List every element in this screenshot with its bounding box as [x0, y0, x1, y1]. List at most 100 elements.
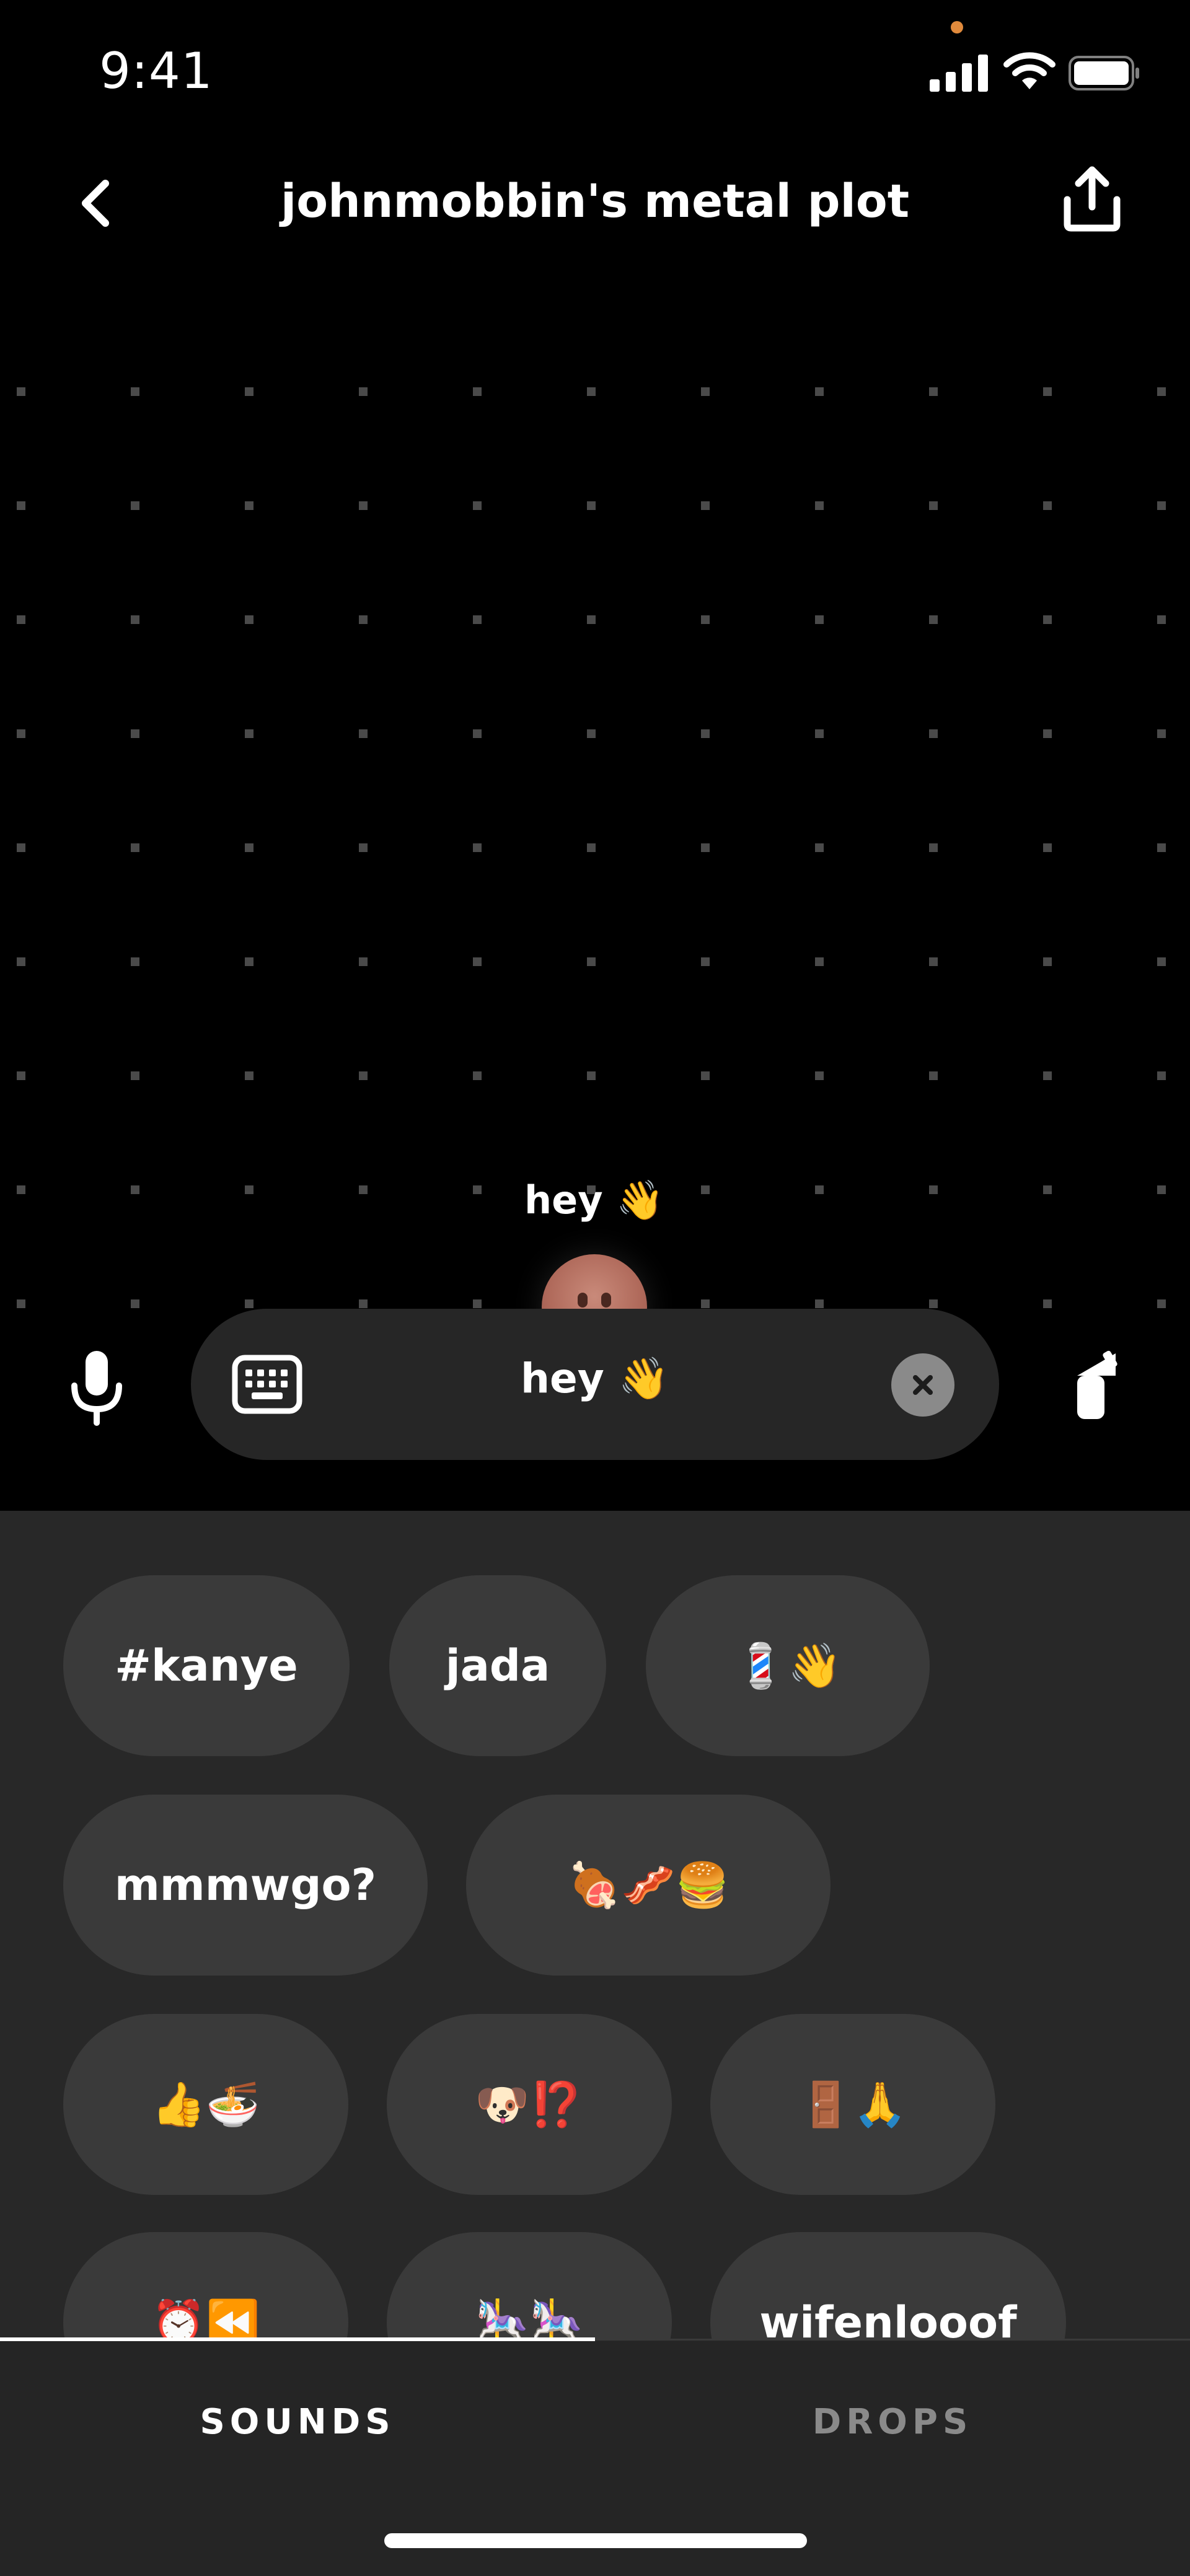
- grid-dot: [815, 1071, 824, 1080]
- grid-dot: [1157, 501, 1166, 510]
- grid-dot: [1043, 615, 1052, 624]
- sound-chip[interactable]: 🎠🎠: [387, 2232, 672, 2339]
- grid-dot: [1043, 1071, 1052, 1080]
- grid-dot: [929, 387, 938, 396]
- signal-icon: [930, 55, 988, 92]
- grid-dot: [245, 501, 253, 510]
- grid-dot: [815, 387, 824, 396]
- tab-bar: SOUNDS DROPS: [0, 2341, 1190, 2576]
- grid-dot: [1157, 1299, 1166, 1308]
- grid-dot: [1043, 501, 1052, 510]
- grid-dot: [359, 957, 368, 966]
- keyboard-icon[interactable]: [232, 1355, 302, 1414]
- grid-dot: [245, 1071, 253, 1080]
- grid-dot: [473, 957, 482, 966]
- sound-chip[interactable]: 🍖🥓🍔: [466, 1795, 831, 1976]
- battery-icon: [1069, 56, 1139, 90]
- grid-dot: [17, 1299, 25, 1308]
- grid-dot: [17, 729, 25, 738]
- grid-dot: [815, 1299, 824, 1308]
- grid-dot: [359, 615, 368, 624]
- sound-chip[interactable]: 👍🍜: [63, 2014, 348, 2195]
- camera-button[interactable]: [1069, 1343, 1130, 1424]
- grid-dot: [359, 387, 368, 396]
- grid-dot: [701, 615, 710, 624]
- grid-dot: [701, 1185, 710, 1194]
- page-title: johnmobbin's metal plot: [280, 175, 910, 228]
- home-indicator: [384, 2533, 807, 2548]
- mic-icon: [71, 1351, 122, 1426]
- grid-dot: [587, 615, 596, 624]
- grid-dot: [245, 957, 253, 966]
- grid-dot: [131, 1071, 139, 1080]
- grid-dot: [473, 1071, 482, 1080]
- grid-dot: [1043, 843, 1052, 852]
- sound-chip-list[interactable]: #kanye jada 💈👋 mmmwgo? 🍖🥓🍔 👍🍜 🐶⁉️ 🚪🙏 ⏰⏪ …: [0, 1511, 1190, 2339]
- grid-dot: [245, 1299, 253, 1308]
- avatar-eye: [601, 1293, 611, 1308]
- grid-dot: [359, 843, 368, 852]
- grid-dot: [473, 1185, 482, 1194]
- grid-dot: [245, 843, 253, 852]
- speech-bubble-text: hey 👋: [524, 1177, 664, 1223]
- microphone-button[interactable]: [60, 1345, 134, 1431]
- grid-dot: [587, 501, 596, 510]
- grid-dot: [17, 1185, 25, 1194]
- sound-chip[interactable]: 🚪🙏: [710, 2014, 995, 2195]
- grid-dot: [131, 615, 139, 624]
- grid-dot: [245, 387, 253, 396]
- grid-dot: [131, 501, 139, 510]
- sound-chip[interactable]: mmmwgo?: [63, 1795, 428, 1976]
- sound-chip[interactable]: 🐶⁉️: [387, 2014, 672, 2195]
- grid-dot: [701, 729, 710, 738]
- grid-dot: [131, 843, 139, 852]
- grid-dot: [1043, 1185, 1052, 1194]
- grid-dot: [245, 1185, 253, 1194]
- grid-dot: [587, 843, 596, 852]
- privacy-indicator-dot: [951, 21, 963, 33]
- grid-dot: [131, 957, 139, 966]
- grid-dot: [1157, 843, 1166, 852]
- grid-dot: [701, 957, 710, 966]
- close-icon: [913, 1375, 933, 1395]
- grid-dot: [1157, 729, 1166, 738]
- grid-dot: [701, 501, 710, 510]
- grid-dot: [17, 957, 25, 966]
- grid-dot: [815, 615, 824, 624]
- grid-dot: [929, 1299, 938, 1308]
- grid-dot: [131, 1185, 139, 1194]
- tab-drops[interactable]: DROPS: [595, 2341, 1190, 2502]
- sound-chip[interactable]: ⏰⏪: [63, 2232, 348, 2339]
- status-bar: 9:41: [0, 0, 1190, 143]
- input-value: hey 👋: [521, 1355, 669, 1402]
- grid-dot: [359, 1299, 368, 1308]
- sounds-sheet: #kanye jada 💈👋 mmmwgo? 🍖🥓🍔 👍🍜 🐶⁉️ 🚪🙏 ⏰⏪ …: [0, 1511, 1190, 2576]
- grid-dot: [17, 843, 25, 852]
- grid-dot: [815, 843, 824, 852]
- grid-dot: [587, 1071, 596, 1080]
- clear-input-button[interactable]: [891, 1353, 954, 1417]
- grid-dot: [929, 957, 938, 966]
- sound-chip[interactable]: jada: [389, 1575, 606, 1756]
- grid-dot: [359, 1185, 368, 1194]
- grid-dot: [473, 615, 482, 624]
- grid-dot: [131, 729, 139, 738]
- grid-dot: [1157, 387, 1166, 396]
- grid-dot: [1043, 729, 1052, 738]
- grid-dot: [473, 501, 482, 510]
- grid-dot: [359, 729, 368, 738]
- share-icon: [1064, 166, 1121, 232]
- sound-chip[interactable]: wifenlooof: [710, 2232, 1066, 2339]
- wifi-icon: [1003, 52, 1056, 89]
- grid-dot: [1157, 957, 1166, 966]
- sound-chip[interactable]: #kanye: [63, 1575, 350, 1756]
- grid-dot: [17, 501, 25, 510]
- share-button[interactable]: [1061, 165, 1123, 233]
- grid-dot: [701, 1299, 710, 1308]
- grid-dot: [587, 387, 596, 396]
- tab-sounds[interactable]: SOUNDS: [0, 2341, 595, 2502]
- grid-dot: [473, 729, 482, 738]
- grid-dot: [1157, 1071, 1166, 1080]
- grid-dot: [587, 729, 596, 738]
- sound-chip[interactable]: 💈👋: [646, 1575, 930, 1756]
